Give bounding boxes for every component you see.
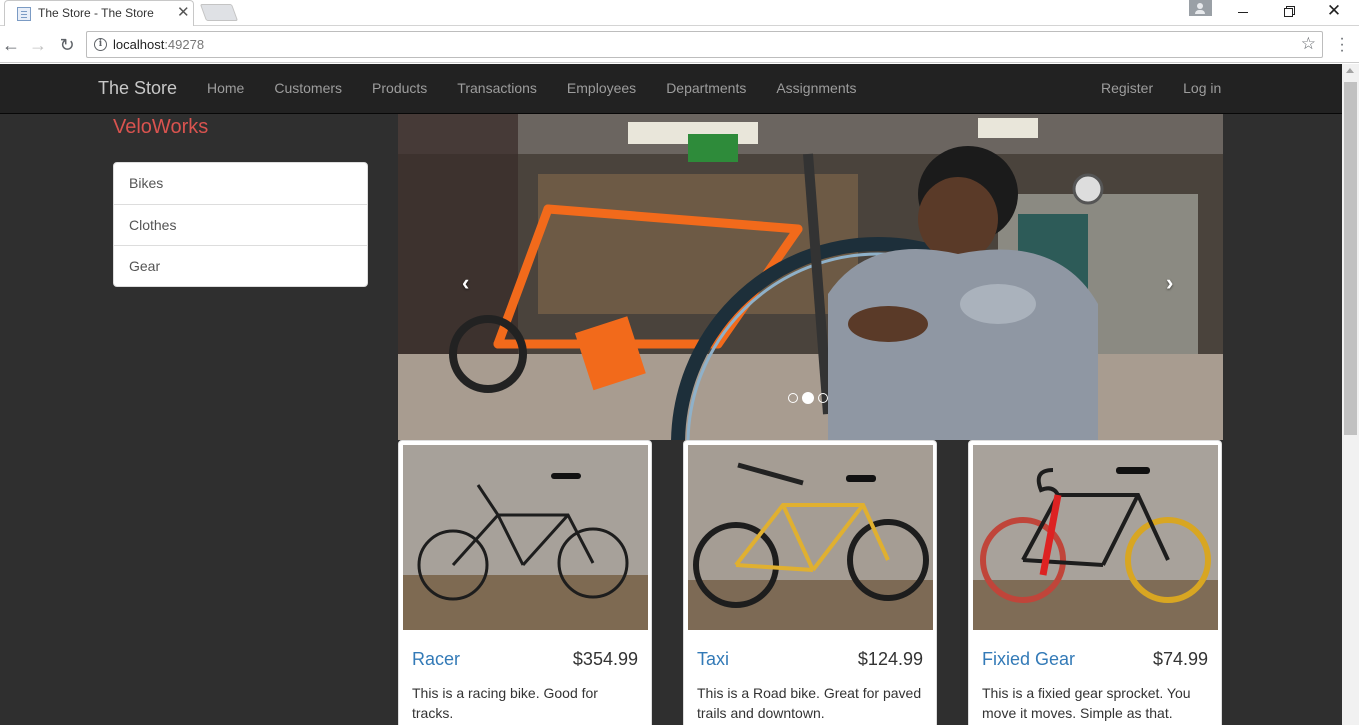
navbar-links: Home Customers Products Transactions Emp… — [192, 64, 872, 112]
url-text: localhost:49278 — [113, 37, 204, 52]
url-input[interactable]: i localhost:49278 ☆ — [86, 31, 1323, 58]
nav-transactions[interactable]: Transactions — [442, 64, 552, 112]
forward-arrow-icon[interactable]: → — [27, 34, 49, 56]
new-tab-button[interactable] — [199, 4, 239, 21]
product-image[interactable] — [688, 445, 933, 630]
nav-products[interactable]: Products — [357, 64, 442, 112]
product-price: $74.99 — [1152, 649, 1208, 669]
browser-tab[interactable]: The Store - The Store ✕ — [4, 0, 194, 26]
nav-employees[interactable]: Employees — [552, 64, 651, 112]
product-card-racer: Racer $354.99 This is a racing bike. Goo… — [398, 440, 652, 725]
browser-tabstrip: The Store - The Store ✕ ✕ — [0, 0, 1359, 26]
product-card-fixied-gear: Fixied Gear $74.99 This is a fixied gear… — [968, 440, 1222, 725]
scroll-up-arrow-icon[interactable] — [1346, 68, 1354, 73]
hero-carousel: ‹ › — [398, 114, 1223, 440]
close-icon[interactable]: ✕ — [177, 4, 190, 22]
url-port: :49278 — [164, 37, 205, 52]
product-price: $354.99 — [572, 649, 638, 669]
product-description: This is a fixied gear sprocket. You move… — [982, 685, 1191, 721]
category-clothes[interactable]: Clothes — [114, 204, 367, 245]
product-image[interactable] — [403, 445, 648, 630]
nav-assignments[interactable]: Assignments — [761, 64, 871, 112]
reload-icon[interactable]: ↻ — [56, 34, 78, 56]
product-image[interactable] — [973, 445, 1218, 630]
back-arrow-icon[interactable]: ← — [0, 34, 22, 56]
address-bar: ← → ↻ i localhost:49278 ☆ · · · — [0, 27, 1359, 63]
nav-departments[interactable]: Departments — [651, 64, 761, 112]
user-icon[interactable] — [1189, 0, 1212, 16]
menu-icon[interactable]: · · · — [1335, 31, 1349, 59]
product-description: This is a racing bike. Good for tracks. — [412, 685, 598, 721]
nav-register[interactable]: Register — [1086, 64, 1168, 112]
navbar-account-links: Register Log in — [1086, 64, 1236, 112]
info-icon[interactable]: i — [94, 38, 107, 51]
product-name[interactable]: Fixied Gear — [982, 649, 1075, 670]
scrollbar-thumb[interactable] — [1344, 82, 1357, 435]
carousel-indicator-2[interactable] — [802, 392, 814, 404]
star-icon[interactable]: ☆ — [1301, 34, 1316, 54]
product-description: This is a Road bike. Great for paved tra… — [697, 685, 922, 721]
minimize-icon[interactable] — [1220, 0, 1266, 24]
category-gear[interactable]: Gear — [114, 245, 367, 286]
carousel-indicator-1[interactable] — [788, 393, 798, 403]
tab-title: The Store - The Store — [38, 6, 154, 20]
nav-customers[interactable]: Customers — [259, 64, 357, 112]
carousel-indicator-3[interactable] — [818, 393, 828, 403]
category-list: Bikes Clothes Gear — [113, 162, 368, 287]
carousel-next-icon[interactable]: › — [1166, 270, 1173, 296]
navbar-brand[interactable]: The Store — [98, 78, 177, 99]
page-viewport: The Store Home Customers Products Transa… — [0, 64, 1342, 725]
carousel-prev-icon[interactable]: ‹ — [462, 270, 469, 296]
product-price: $124.99 — [857, 649, 923, 669]
product-name[interactable]: Taxi — [697, 649, 729, 670]
product-name[interactable]: Racer — [412, 649, 460, 670]
site-navbar: The Store Home Customers Products Transa… — [0, 64, 1342, 114]
nav-login[interactable]: Log in — [1168, 64, 1236, 112]
category-bikes[interactable]: Bikes — [114, 163, 367, 204]
nav-home[interactable]: Home — [192, 64, 259, 112]
store-title: VeloWorks — [113, 116, 209, 138]
product-card-taxi: Taxi $124.99 This is a Road bike. Great … — [683, 440, 937, 725]
page-scrollbar[interactable] — [1342, 64, 1359, 725]
page-icon — [17, 7, 31, 21]
url-host: localhost — [113, 37, 165, 52]
maximize-icon[interactable] — [1265, 0, 1311, 24]
carousel-indicators — [788, 392, 828, 404]
window-close-icon[interactable]: ✕ — [1311, 0, 1357, 24]
